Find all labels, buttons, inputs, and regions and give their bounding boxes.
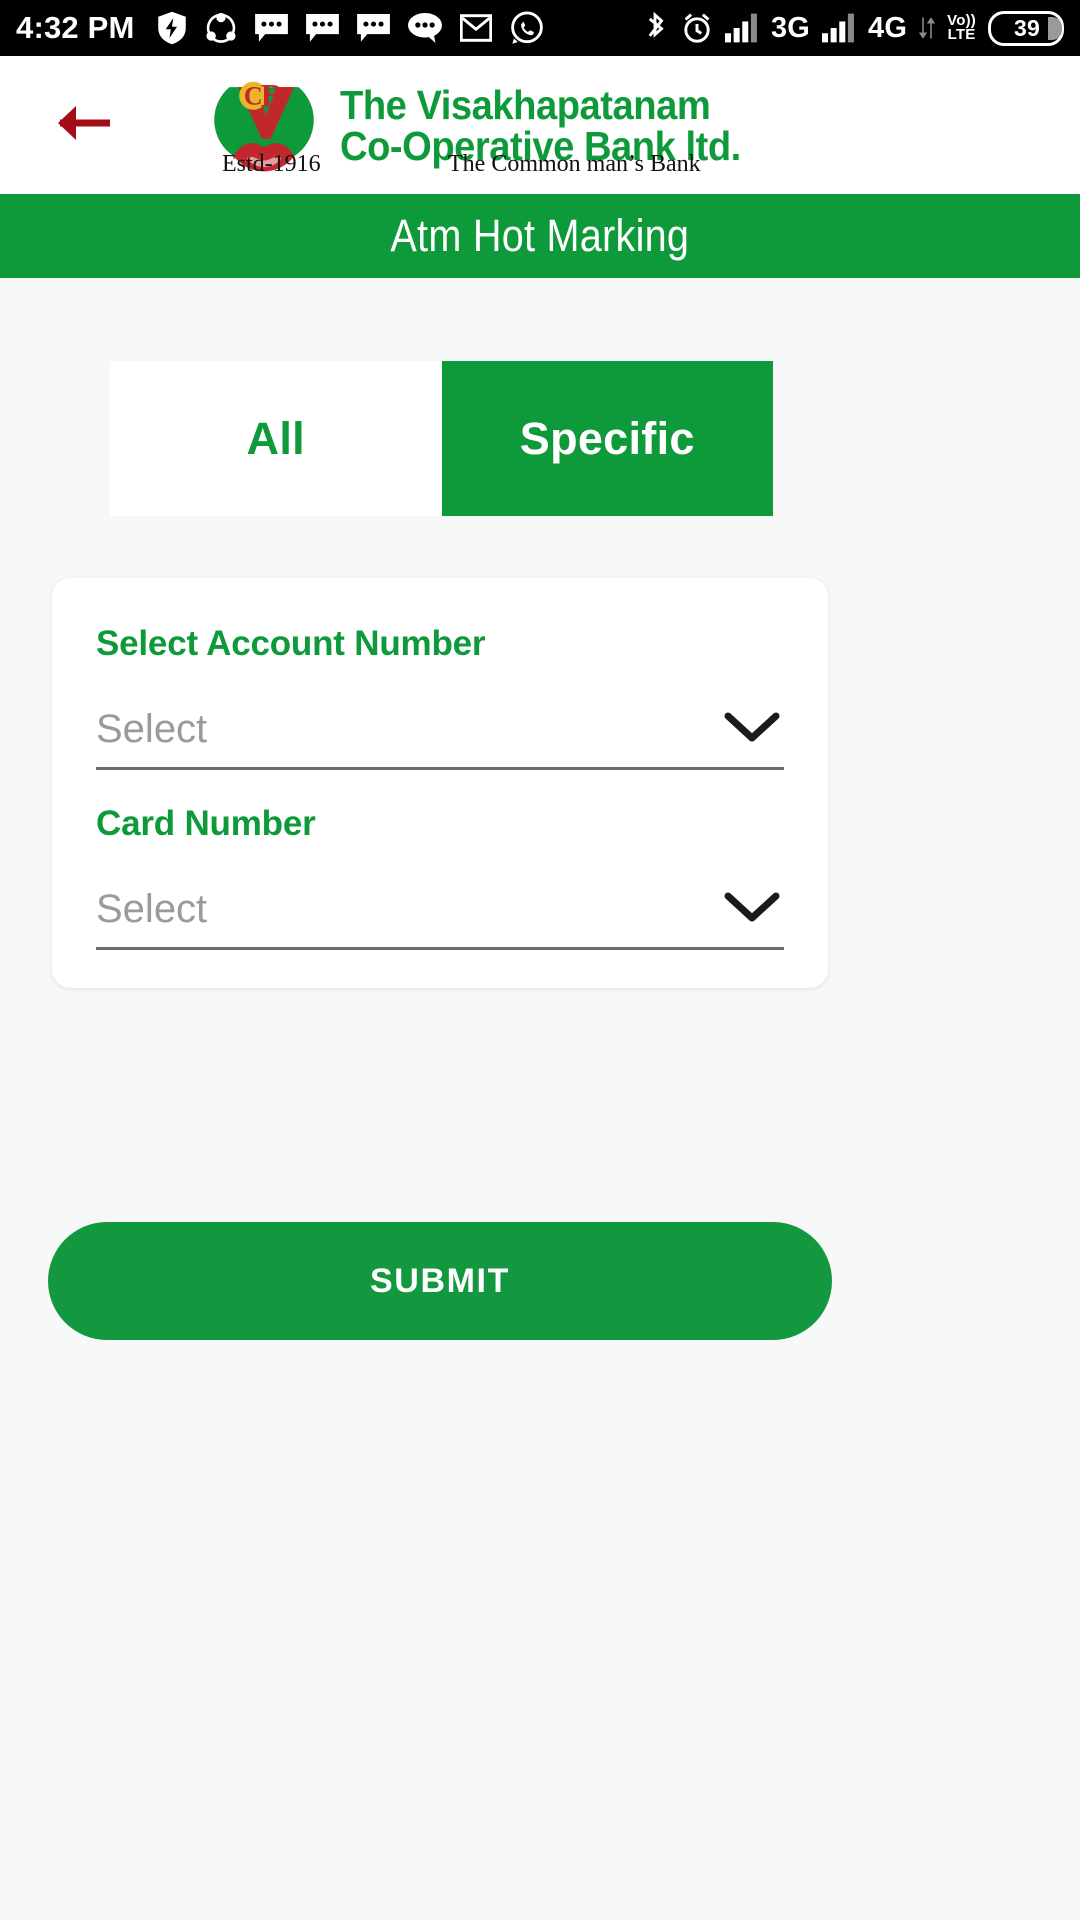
card-number-value: Select xyxy=(96,887,208,931)
chevron-down-icon xyxy=(724,890,780,929)
status-bar-system-icons: 3G 4G Vo)) LTE 39 xyxy=(641,10,1064,46)
card-number-label: Card Number xyxy=(96,804,316,843)
page-title-bar: Atm Hot Marking xyxy=(0,194,1080,278)
svg-text:B: B xyxy=(261,79,283,115)
network-type-3g: 3G xyxy=(770,11,811,44)
segment-option-specific-label: Specific xyxy=(519,412,695,464)
chat-bubble-icon xyxy=(407,13,442,43)
card-number-select[interactable]: Select xyxy=(96,872,784,950)
chevron-down-icon xyxy=(724,710,780,749)
alarm-icon xyxy=(681,12,713,44)
data-transfer-icon xyxy=(919,16,936,40)
gmail-icon xyxy=(459,14,492,42)
page-title: Atm Hot Marking xyxy=(390,210,690,261)
app-header: C B The Visakhapatanam Co-Operative Bank… xyxy=(0,56,1080,194)
account-number-field: Select Account Number Select xyxy=(96,624,784,770)
shield-icon xyxy=(157,11,187,45)
signal-bars-icon xyxy=(822,13,856,43)
segment-option-all[interactable]: All xyxy=(110,361,442,516)
established-text: Estd-1916 xyxy=(222,150,321,177)
account-number-select[interactable]: Select xyxy=(96,692,784,770)
brand-line-1: The Visakhapatanam xyxy=(340,82,711,128)
network-type-4g: 4G xyxy=(868,11,908,44)
message-icon xyxy=(305,13,339,43)
status-bar-clock: 4:32 PM xyxy=(16,10,135,45)
bluetooth-icon xyxy=(641,11,669,45)
submit-button-label: SUBMIT xyxy=(370,1261,510,1300)
volte-icon: Vo)) LTE xyxy=(947,13,976,43)
account-number-label: Select Account Number xyxy=(96,624,486,663)
message-icon xyxy=(356,13,390,43)
back-arrow-icon xyxy=(52,99,114,152)
form-card: Select Account Number Select Card Number… xyxy=(52,578,828,988)
share-icon xyxy=(205,12,237,44)
status-bar: 4:32 PM 3G 4G Vo)) LTE 39 xyxy=(0,0,1080,56)
message-icon xyxy=(254,13,288,43)
submit-button[interactable]: SUBMIT xyxy=(48,1222,832,1340)
volte-bottom: LTE xyxy=(947,26,976,43)
status-bar-notification-icons xyxy=(157,11,641,45)
scope-segmented-control: All Specific xyxy=(110,361,773,516)
segment-option-specific[interactable]: Specific xyxy=(441,361,773,516)
battery-indicator: 39 xyxy=(988,10,1064,46)
whatsapp-icon xyxy=(510,11,544,45)
signal-bars-icon xyxy=(724,13,759,43)
battery-level: 39 xyxy=(1014,14,1040,41)
bank-tagline: The Common man’s Bank xyxy=(448,150,701,177)
back-button[interactable] xyxy=(48,90,118,160)
account-number-value: Select xyxy=(96,707,208,751)
page-content: All Specific Select Account Number Selec… xyxy=(0,278,1080,1920)
card-number-field: Card Number Select xyxy=(96,804,784,950)
segment-option-all-label: All xyxy=(246,412,305,464)
